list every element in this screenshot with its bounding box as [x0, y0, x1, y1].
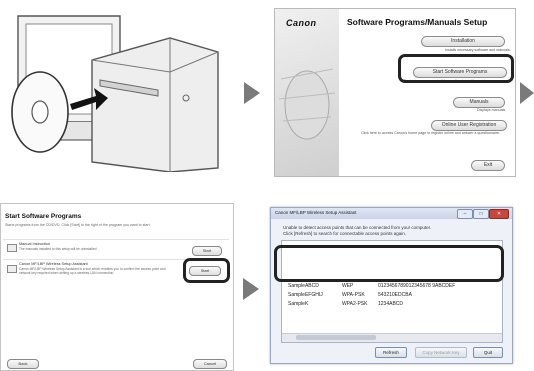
- key-cell[interactable]: 1234ABCD: [378, 301, 403, 307]
- quit-button[interactable]: Quit: [473, 347, 503, 358]
- exit-button[interactable]: Exit: [471, 160, 505, 171]
- disc-graphic: [278, 68, 336, 140]
- refresh-button[interactable]: Refresh: [375, 347, 407, 358]
- security-cell[interactable]: WPA2-PSK: [342, 301, 367, 307]
- highlight-start-button: [183, 258, 230, 283]
- next-arrow-icon: [243, 278, 259, 300]
- program-icon: [7, 265, 17, 273]
- security-cell[interactable]: WPA-PSK: [342, 292, 365, 298]
- key-cell[interactable]: 543210EDCBA: [378, 292, 412, 298]
- horizontal-scrollbar[interactable]: [282, 333, 502, 342]
- highlight-start-software: [398, 54, 514, 83]
- computer-disc-illustration: [11, 15, 219, 173]
- program-desc: The manuals installed to this setup will…: [19, 247, 98, 251]
- start-manual-button[interactable]: Start: [192, 246, 222, 256]
- canon-logo: Canon: [286, 18, 317, 28]
- installation-button[interactable]: Installation: [421, 36, 505, 47]
- program-desc: Canon MF/LBP Wireless Setup Assistant is…: [19, 267, 166, 275]
- insert-disc-illustration: [0, 0, 232, 173]
- message-line-2: Click [Refresh] to search for connectabl…: [283, 231, 407, 236]
- installation-desc: Installs necessary software and manuals.: [445, 48, 511, 52]
- disc-banner-image: [275, 9, 339, 176]
- minimize-icon[interactable]: –: [457, 209, 473, 219]
- ssid-cell[interactable]: SampleABCD: [288, 283, 319, 289]
- online-registration-button[interactable]: Online User Registration: [431, 120, 507, 131]
- message-line-1: Unable to detect access points that can …: [283, 225, 432, 230]
- next-arrow-icon: [244, 82, 260, 104]
- start-programs-title: Start Software Programs: [5, 213, 82, 220]
- key-cell[interactable]: 0123456789012345678 9ABCDEF: [378, 283, 455, 289]
- setup-menu-window: Canon Software Programs/Manuals Setup In…: [274, 8, 516, 177]
- next-arrow-icon: [520, 82, 534, 104]
- security-cell[interactable]: WEP: [342, 283, 353, 289]
- program-name: Manual Instruction: [19, 242, 51, 246]
- scrollbar-thumb[interactable]: [296, 335, 376, 340]
- highlight-access-points: [274, 245, 504, 282]
- program-row: [3, 239, 229, 240]
- cancel-button[interactable]: Cancel: [193, 359, 227, 369]
- start-software-programs-window: Start Software Programs Starts programs …: [0, 203, 234, 371]
- wireless-setup-assistant-window: Canon MF/LBP Wireless Setup Assistant – …: [270, 207, 513, 364]
- program-icon: [7, 244, 17, 252]
- manuals-button[interactable]: Manuals: [453, 97, 505, 108]
- ssid-cell[interactable]: SampleK: [288, 301, 308, 307]
- program-name: Canon MF/LBP Wireless Setup Assistant: [19, 262, 88, 266]
- copy-network-key-button[interactable]: Copy Network Key: [415, 347, 467, 358]
- online-registration-desc: Click here to access Canon's home page t…: [361, 131, 500, 135]
- maximize-icon[interactable]: □: [473, 209, 489, 219]
- ssid-cell[interactable]: SampleEFGHIJ: [288, 292, 323, 298]
- back-button[interactable]: Back: [7, 359, 39, 369]
- start-programs-subtitle: Starts programs from the CD/DVD. Click […: [5, 223, 151, 227]
- window-title: Canon MF/LBP Wireless Setup Assistant: [275, 210, 357, 215]
- setup-title: Software Programs/Manuals Setup: [347, 17, 488, 27]
- manuals-desc: Displays manuals.: [477, 108, 507, 112]
- close-icon[interactable]: ✕: [489, 209, 509, 219]
